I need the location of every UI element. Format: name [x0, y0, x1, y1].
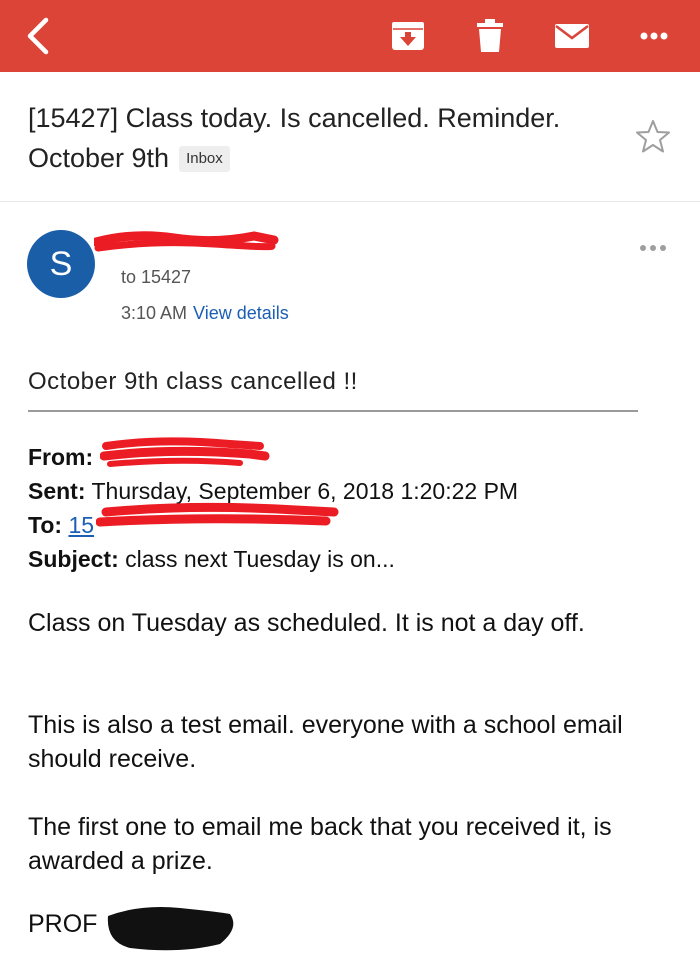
divider	[28, 410, 638, 412]
body-paragraph: This is also a test email. everyone with…	[28, 711, 623, 773]
recipient-line[interactable]: to 15427	[121, 267, 191, 288]
thread-subject: [15427] Class today. Is cancelled. Remin…	[28, 98, 608, 178]
message-subject: October 9th class cancelled !!	[28, 368, 358, 395]
archive-icon[interactable]	[386, 0, 430, 72]
message-time: 3:10 AM	[121, 303, 188, 323]
sent-label: Sent:	[28, 478, 86, 504]
thread-header: [15427] Class today. Is cancelled. Remin…	[0, 72, 700, 202]
avatar[interactable]: S	[27, 230, 95, 298]
signature-redaction	[107, 907, 234, 951]
subject-row: Subject: class next Tuesday is on...	[28, 542, 518, 576]
avatar-letter: S	[49, 244, 73, 283]
more-vertical-icon[interactable]	[630, 0, 678, 72]
from-label: From:	[28, 444, 94, 470]
trash-icon[interactable]	[468, 0, 512, 72]
view-details-link[interactable]: View details	[193, 303, 289, 323]
time-line: 3:10 AM View details	[121, 303, 289, 324]
sent-value: Thursday, September 6, 2018 1:20:22 PM	[91, 478, 519, 504]
signature: PROF	[28, 910, 98, 938]
subject-value: class next Tuesday is on...	[125, 546, 395, 572]
body-paragraph: Class on Tuesday as scheduled. It is not…	[28, 609, 585, 637]
message-more-icon[interactable]	[636, 238, 670, 258]
subject-label: Subject:	[28, 546, 119, 572]
star-icon[interactable]	[634, 118, 672, 156]
mail-icon[interactable]	[548, 0, 596, 72]
inbox-label-chip[interactable]: Inbox	[179, 146, 230, 172]
sender-name-redaction	[94, 231, 279, 252]
to-value-link[interactable]: 15	[68, 512, 94, 538]
body-paragraph: The first one to email me back that you …	[28, 813, 612, 875]
back-arrow-icon[interactable]	[18, 0, 58, 72]
thread-subject-text: [15427] Class today. Is cancelled. Remin…	[28, 103, 561, 173]
toolbar	[0, 0, 700, 72]
to-label: To:	[28, 512, 63, 538]
from-redaction	[100, 437, 270, 467]
to-redaction	[96, 502, 339, 527]
